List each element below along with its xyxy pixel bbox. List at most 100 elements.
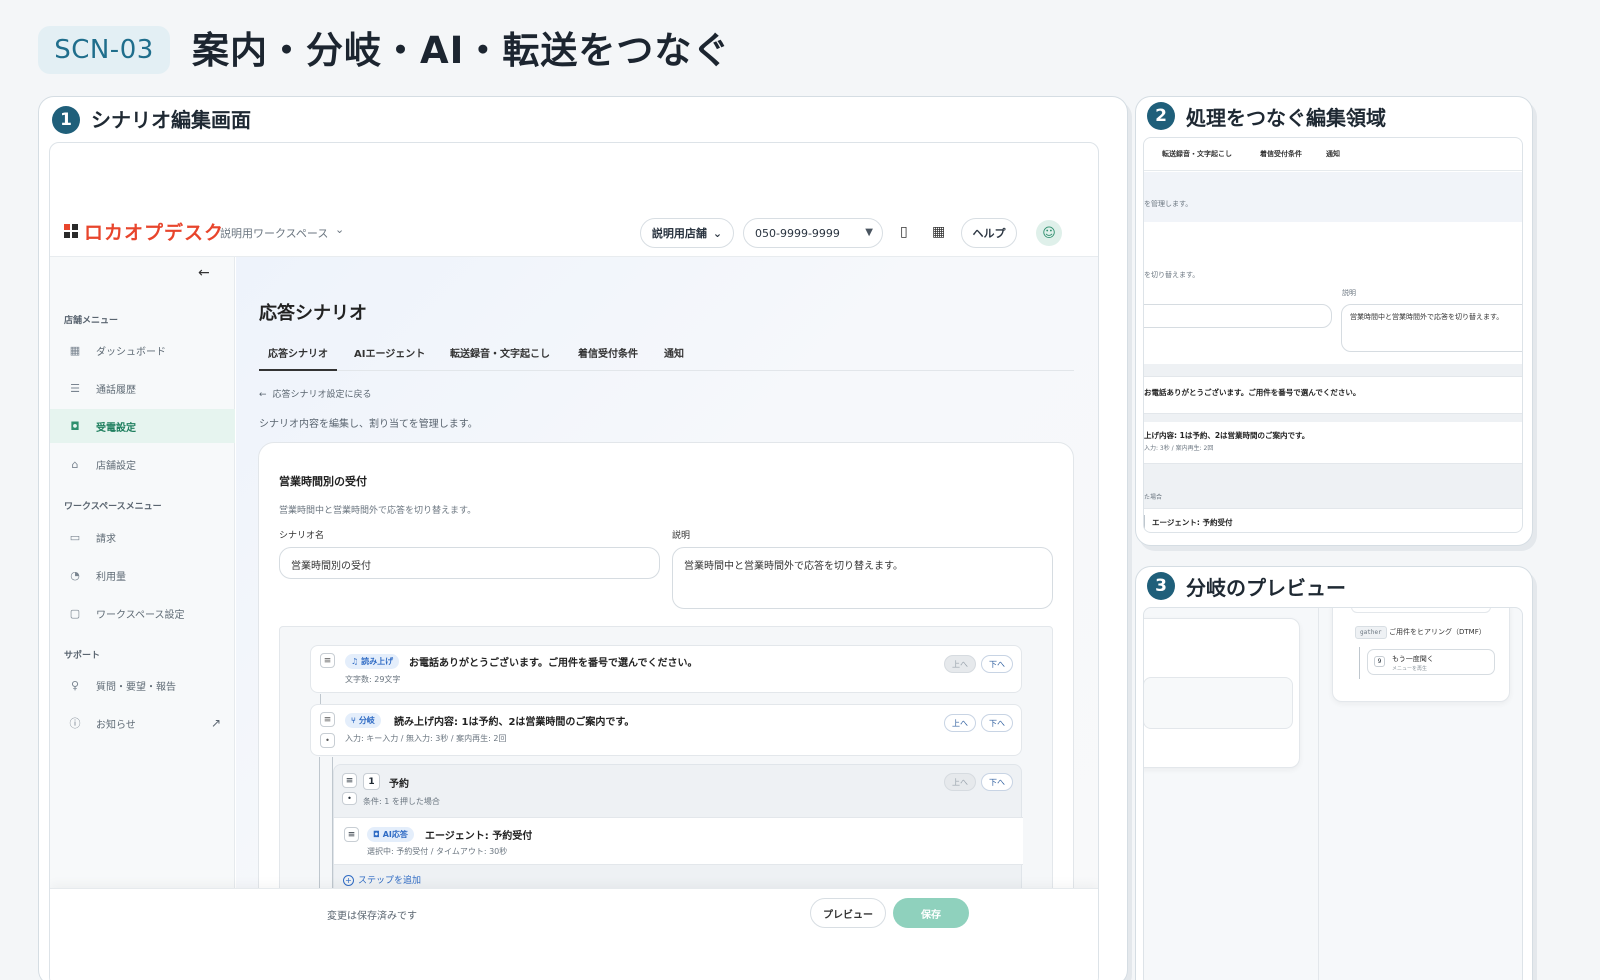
gather-node[interactable]: gather ご用件をヒアリング（DTMF） 9 もう一度聞く メニューを再生: [1332, 608, 1510, 702]
logo-icon: [64, 224, 78, 238]
step-branch[interactable]: 上げ内容: 1は予約、2は営業時間のご案内です。 入力: 3秒 / 案内再生: …: [1144, 422, 1522, 464]
sidebar-item-store-settings[interactable]: ⌂ 店舗設定: [50, 447, 235, 481]
step-meta: 入力: キー入力 / 無入力: 3秒 / 案内再生: 2回: [345, 734, 507, 743]
panel-title: 処理をつなぐ編集領域: [1186, 106, 1386, 130]
collapse-toggle-icon[interactable]: •: [342, 792, 357, 805]
add-step-label: ステップを追加: [358, 876, 422, 886]
chat-icon: ▢: [69, 606, 81, 620]
sidebar-item-feedback[interactable]: ♀ 質問・要望・報告: [50, 668, 235, 702]
drag-handle-icon[interactable]: ≡: [320, 712, 335, 727]
sidebar-item-dashboard[interactable]: ▦ ダッシュボード: [50, 333, 235, 367]
retry-branch-title: もう一度聞く: [1392, 655, 1434, 663]
tab-ai-agent[interactable]: AIエージェント: [345, 343, 434, 371]
tab-recording[interactable]: 転送録音・文字起こし: [1162, 149, 1232, 159]
gather-row: gather ご用件をヒアリング（DTMF）: [1355, 626, 1505, 644]
drag-handle-icon[interactable]: ≡: [320, 653, 335, 668]
sidebar-item-usage[interactable]: ◔ 利用量: [50, 558, 235, 592]
retry-branch-node[interactable]: 9 もう一度聞く メニューを再生: [1367, 649, 1495, 675]
branch-preview-zoom: gather ご用件をヒアリング（DTMF） 9 もう一度聞く メニューを再生: [1143, 607, 1523, 980]
app-screenshot: ロカオプデスク 説明用ワークスペース ⌄ 説明用店舗 ⌄ 050-9999-99…: [49, 142, 1099, 980]
connector-line: [1359, 647, 1360, 679]
tab-recording[interactable]: 転送録音・文字起こし: [441, 343, 559, 371]
drag-handle-icon[interactable]: ≡: [342, 773, 357, 788]
retry-branch-sub: メニューを再生: [1392, 666, 1428, 672]
sidebar-item-news[interactable]: ⓘ お知らせ ↗: [50, 706, 235, 740]
headphone-icon: ♫: [351, 657, 359, 666]
phone-number-value: 050-9999-9999: [755, 226, 840, 240]
step-meta: 選択中: 予約受付 / タイムアウト: 30秒: [367, 847, 508, 856]
store-icon: ⌂: [71, 457, 79, 471]
node-card-input: [1144, 677, 1293, 729]
page-title: 応答シナリオ: [259, 303, 367, 324]
step-type-label: 分岐: [358, 716, 375, 725]
tab-bar: 転送録音・文字起こし 着信受付条件 通知: [1144, 138, 1522, 171]
tab-acceptance[interactable]: 着信受付条件: [1260, 149, 1302, 159]
tab-notification[interactable]: 通知: [1326, 149, 1340, 159]
sidebar-item-workspace-settings[interactable]: ▢ ワークスペース設定: [50, 596, 235, 630]
qr-code-icon[interactable]: ▦: [932, 224, 945, 240]
move-up-button[interactable]: 上へ: [944, 714, 976, 732]
app-logo[interactable]: ロカオプデスク: [84, 218, 224, 245]
robot-icon: ◘: [70, 419, 80, 433]
step-ai-response[interactable]: エージェント: 予約受付: [1144, 508, 1522, 532]
step-read-aloud[interactable]: ≡ ♫ 読み上げ お電話ありがとうございます。ご用件を番号で選んでください。 文字…: [310, 645, 1022, 693]
chevron-down-icon[interactable]: ⌄: [335, 223, 344, 236]
panel-number-badge: 1: [52, 106, 80, 134]
step-ai-response[interactable]: ≡ ◘ AI応答 エージェント: 予約受付 選択中: 予約受付 / タイムアウト:…: [334, 817, 1023, 865]
workspace-name[interactable]: 説明用ワークスペース: [220, 225, 328, 241]
add-step-button[interactable]: + ステップを追加: [343, 873, 421, 886]
preview-button[interactable]: プレビュー: [810, 898, 886, 928]
app-topbar: ロカオプデスク 説明用ワークスペース ⌄ 説明用店舗 ⌄ 050-9999-99…: [50, 209, 1098, 257]
tab-acceptance[interactable]: 着信受付条件: [569, 343, 647, 371]
back-link[interactable]: ← 応答シナリオ設定に戻る: [259, 387, 372, 400]
step-list: ≡ ♫ 読み上げ お電話ありがとうございます。ご用件を番号で選んでください。 文字…: [279, 626, 1053, 906]
branch-icon: ⑂: [351, 716, 356, 725]
tab-scenario[interactable]: 応答シナリオ: [259, 343, 337, 371]
sidebar-section-store: 店舗メニュー: [64, 316, 119, 326]
move-down-button[interactable]: 下へ: [981, 714, 1013, 732]
scenario-name-input[interactable]: 営業時間別の受付: [279, 547, 660, 579]
move-up-button[interactable]: 上へ: [944, 655, 976, 673]
drag-handle-icon[interactable]: ≡: [344, 827, 359, 842]
step-type-badge: ◘ AI応答: [367, 827, 414, 842]
dropdown-arrow-icon: ▼: [865, 227, 873, 238]
chevron-down-icon: ⌄: [712, 226, 723, 240]
sidebar: ← 店舗メニュー ▦ ダッシュボード ☰ 通話履歴 ◘ 受電設定 ⌂ 店舗設定 …: [50, 257, 235, 980]
scenario-name-input[interactable]: [1144, 304, 1332, 328]
description-textarea[interactable]: 営業時間中と営業時間外で応答を切り替えます。: [672, 547, 1053, 609]
save-button[interactable]: 保存: [893, 898, 969, 928]
snippet-manage: を管理します。: [1144, 200, 1193, 208]
sidebar-item-call-history[interactable]: ☰ 通話履歴: [50, 371, 235, 405]
previous-node-edge: [1351, 608, 1491, 613]
clipboard-icon[interactable]: ▯: [900, 224, 908, 240]
snippet-switch: を切り替えます。: [1144, 271, 1200, 279]
step-text: エージェント: 予約受付: [425, 831, 533, 842]
help-button[interactable]: ヘルプ: [961, 218, 1017, 248]
page-description: シナリオ内容を編集し、割り当てを管理します。: [259, 419, 478, 430]
branch-option-1[interactable]: ≡ • 1 予約 条件: 1 を押した場合 上へ 下へ: [334, 765, 1023, 817]
tab-notification[interactable]: 通知: [655, 343, 693, 371]
move-down-button[interactable]: 下へ: [981, 773, 1013, 791]
step-branch[interactable]: ≡ • ⑂ 分岐 読み上げ内容: 1は予約、2は営業時間のご案内です。 入力: キ…: [310, 704, 1022, 756]
sidebar-item-call-settings[interactable]: ◘ 受電設定: [50, 409, 235, 443]
pie-icon: ◔: [70, 568, 80, 582]
collapse-arrow-icon[interactable]: ←: [198, 265, 210, 281]
store-selector[interactable]: 説明用店舗 ⌄: [640, 218, 734, 248]
divider: [1318, 608, 1319, 980]
bulb-icon: ♀: [70, 678, 80, 692]
sidebar-item-billing[interactable]: ▭ 請求: [50, 520, 235, 554]
scenario-name-label: シナリオ名: [279, 531, 325, 541]
collapse-toggle-icon[interactable]: •: [320, 733, 335, 748]
step-meta: 文字数: 29文字: [345, 675, 401, 684]
move-up-button[interactable]: 上へ: [944, 773, 976, 791]
phone-number-select[interactable]: 050-9999-9999 ▼: [743, 218, 883, 248]
step-read-aloud[interactable]: お電話ありがとうございます。ご用件を番号で選んでください。: [1144, 376, 1522, 414]
description-textarea[interactable]: 営業時間中と営業時間外で応答を切り替えます。: [1341, 304, 1522, 352]
user-avatar-icon[interactable]: ☺: [1036, 220, 1062, 246]
description-band: を管理します。: [1144, 172, 1522, 222]
sidebar-item-label: 店舗設定: [96, 460, 136, 472]
footer-bar: 変更は保存済みです プレビュー 保存: [50, 888, 1098, 980]
panel-number-badge: 3: [1147, 572, 1175, 600]
move-down-button[interactable]: 下へ: [981, 655, 1013, 673]
key-number-badge: 1: [363, 773, 380, 790]
